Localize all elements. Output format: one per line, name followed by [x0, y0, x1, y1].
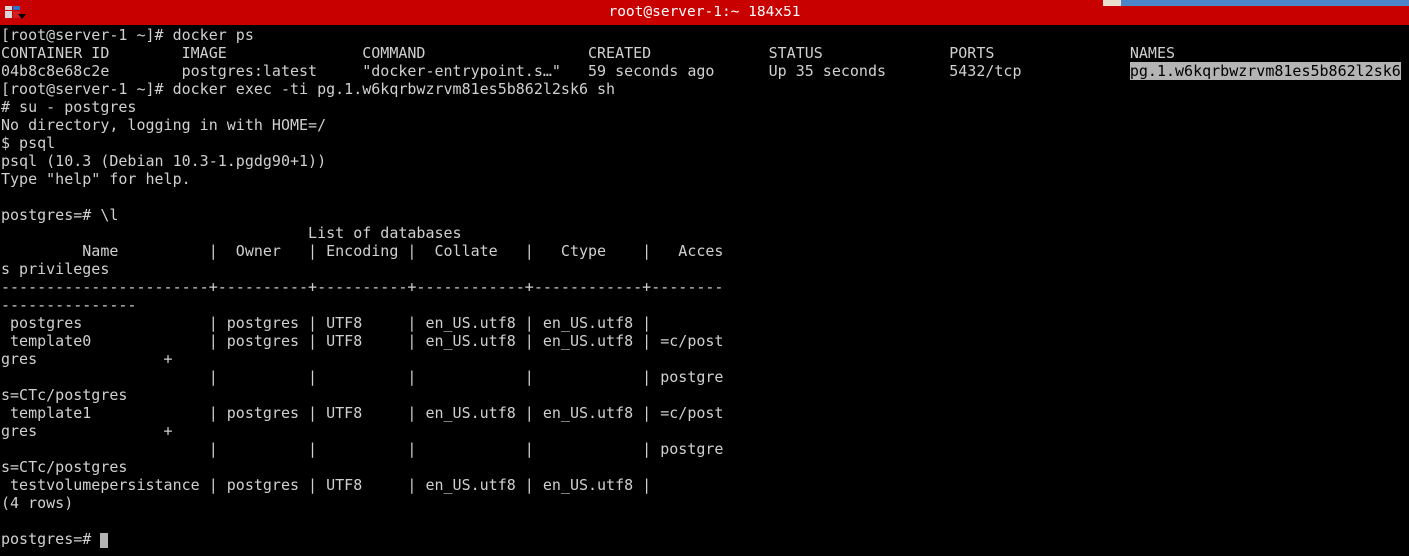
terminal-line: template0 | postgres | UTF8 | en_US.utf8… — [1, 332, 724, 350]
terminal-line: postgres | postgres | UTF8 | en_US.utf8 … — [1, 314, 652, 332]
terminal-line: s privileges — [1, 260, 110, 278]
terminal-window: root@server-1:~ 184x51 [root@server-1 ~]… — [0, 0, 1409, 556]
terminal-line: | | | | | postgre — [1, 368, 724, 386]
terminal-line: testvolumepersistance | postgres | UTF8 … — [1, 476, 652, 494]
terminal-line: postgres=# — [1, 530, 1409, 548]
top-strip-beige — [1103, 0, 1121, 6]
terminal-line: [root@server-1 ~]# docker exec -ti pg.1.… — [1, 80, 616, 98]
terminal-text: 04b8c8e68c2e postgres:latest "docker-ent… — [1, 62, 1130, 80]
terminal-line: [root@server-1 ~]# docker ps — [1, 26, 254, 44]
top-strip-red — [0, 0, 1103, 6]
terminal-line: s=CTc/postgres — [1, 458, 128, 476]
terminal-line: Type "help" for help. — [1, 170, 191, 188]
terminal-line: CONTAINER ID IMAGE COMMAND CREATED STATU… — [1, 44, 1175, 62]
terminal-line: (4 rows) — [1, 494, 74, 512]
terminal-line: No directory, logging in with HOME=/ — [1, 116, 327, 134]
terminal-line: s=CTc/postgres — [1, 386, 128, 404]
terminal-line: | | | | | postgre — [1, 440, 724, 458]
selected-container-name[interactable]: pg.1.w6kqrbwzrvm81es5b862l2sk6 — [1129, 62, 1401, 80]
terminal-line: -----------------------+----------+-----… — [1, 278, 724, 296]
terminal-line: $ psql — [1, 134, 56, 152]
terminal-line: 04b8c8e68c2e postgres:latest "docker-ent… — [1, 62, 1409, 80]
terminal-line: psql (10.3 (Debian 10.3-1.pgdg90+1)) — [1, 152, 327, 170]
shell-prompt: postgres=# — [1, 530, 101, 548]
terminal-line: List of databases — [1, 224, 462, 242]
terminal-line: gres + — [1, 350, 173, 368]
chevron-down-icon — [18, 14, 26, 19]
terminal-line: Name | Owner | Encoding | Collate | Ctyp… — [1, 242, 724, 260]
window-icon-square-bottom-left — [5, 11, 12, 18]
terminal-line: --------------- — [1, 296, 137, 314]
top-strip-blue — [1121, 0, 1409, 6]
terminal-line: postgres=# \l — [1, 206, 119, 224]
terminal-line: gres + — [1, 422, 173, 440]
terminal-line: # su - postgres — [1, 98, 137, 116]
terminal-line: template1 | postgres | UTF8 | en_US.utf8… — [1, 404, 724, 422]
terminal-screen[interactable]: [root@server-1 ~]# docker ps CONTAINER ID… — [0, 25, 1409, 548]
terminal-viewport[interactable]: [root@server-1 ~]# docker ps CONTAINER ID… — [0, 25, 1409, 556]
window-top-strip — [0, 0, 1409, 6]
text-cursor[interactable] — [100, 533, 109, 548]
